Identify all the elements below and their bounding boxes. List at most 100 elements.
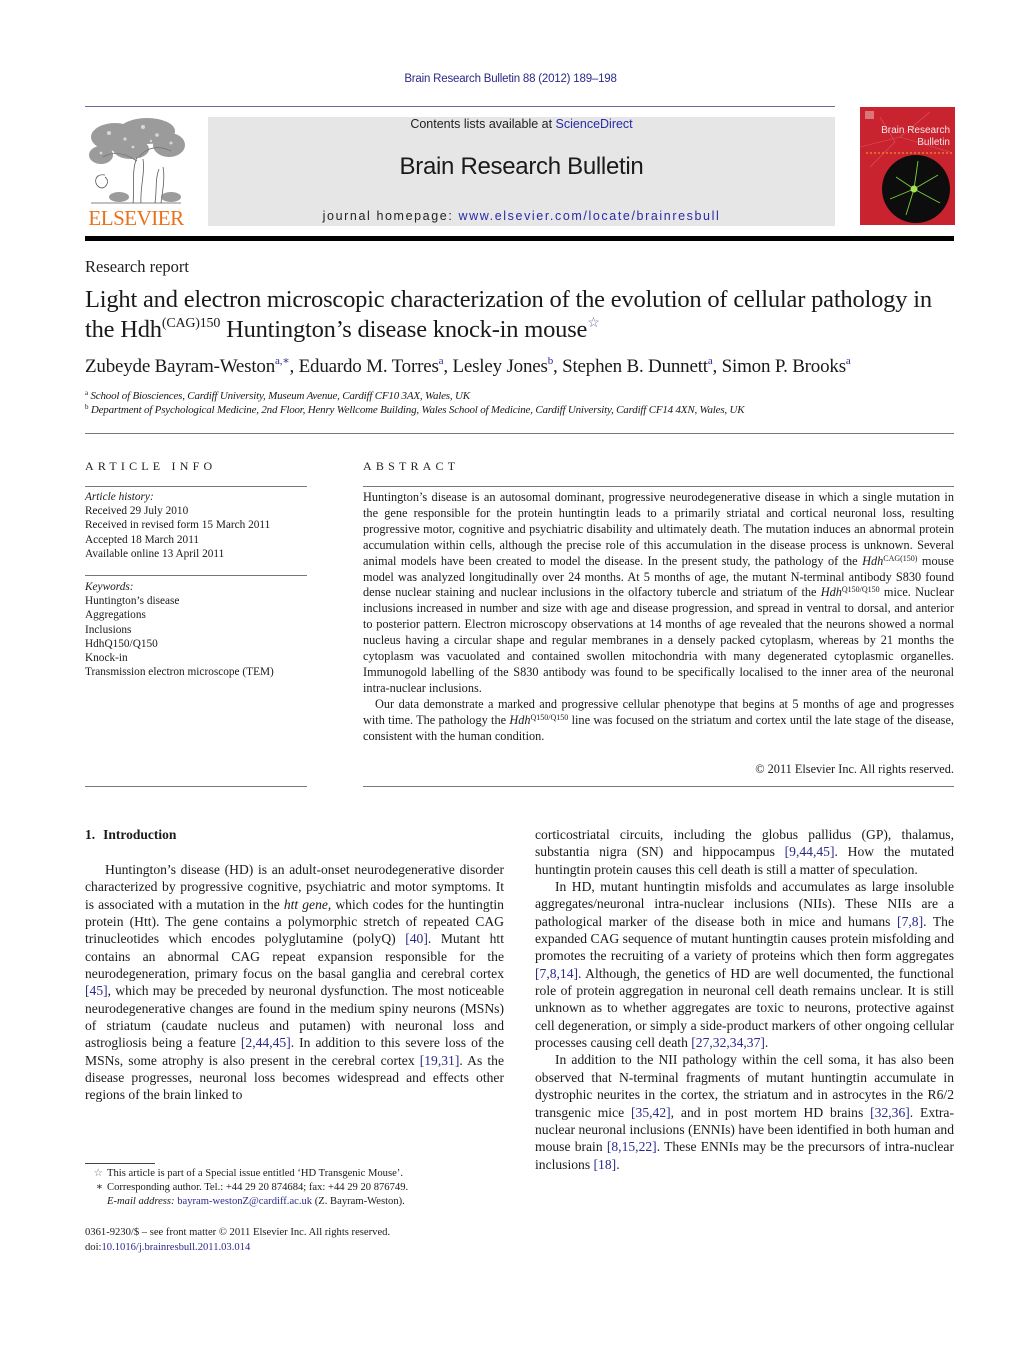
keyword: Knock-in <box>85 652 128 665</box>
footnote-text: This article is part of a Special issue … <box>107 1168 403 1179</box>
email-label: E-mail address: <box>107 1196 178 1207</box>
history-item: Received in revised form 15 March 2011 <box>85 519 271 532</box>
text-run: . <box>616 1156 620 1172</box>
affiliation-mark: a <box>85 389 88 397</box>
author[interactable]: Zubeyde Bayram-Westona,∗, <box>85 355 299 378</box>
abstract-heading: ABSTRACT <box>363 459 460 473</box>
keyword: Huntington’s disease <box>85 595 180 608</box>
citation-link[interactable]: [8,15,22] <box>607 1139 657 1154</box>
article-type: Research report <box>85 257 189 276</box>
history-item: Accepted 18 March 2011 <box>85 533 200 546</box>
citation-link[interactable]: [27,32,34,37] <box>691 1035 765 1050</box>
email-suffix: (Z. Bayram-Weston). <box>312 1196 405 1207</box>
affiliation-text: Department of Psychological Medicine, 2n… <box>90 404 745 416</box>
author-name[interactable]: Lesley Jones <box>452 356 547 377</box>
abstract-copyright: © 2011 Elsevier Inc. All rights reserved… <box>755 762 954 776</box>
author[interactable]: Stephen B. Dunnetta, <box>562 356 722 378</box>
history-item: Available online 13 April 2011 <box>85 547 225 560</box>
citation-link[interactable]: [9,44,45] <box>785 844 835 859</box>
keywords: Keywords: Huntington’s disease Aggregati… <box>85 580 325 679</box>
abstract-paragraph: Huntington’s disease is an autosomal dom… <box>363 490 954 697</box>
section-heading-introduction: 1. Introduction <box>85 827 176 843</box>
gene-name: htt gene <box>283 896 328 912</box>
cover-art-icon: Brain Research Bulletin <box>860 107 955 225</box>
journal-homepage-link[interactable]: www.elsevier.com/locate/brainresbull <box>458 209 720 223</box>
section-title: Introduction <box>103 827 177 842</box>
author[interactable]: Lesley Jonesb, <box>452 356 563 378</box>
journal-cover-thumbnail[interactable]: Brain Research Bulletin <box>860 107 955 225</box>
gene-superscript: CAG(150) <box>883 553 918 563</box>
body-paragraph: In addition to the NII pathology within … <box>535 1051 954 1172</box>
footnote-divider <box>85 1163 155 1164</box>
divider <box>85 575 307 576</box>
article-history: Article history: Received 29 July 2010 R… <box>85 490 325 561</box>
author-name[interactable]: Stephen B. Dunnett <box>562 356 708 377</box>
body-column-left: Huntington’s disease (HD) is an adult-on… <box>85 861 504 1104</box>
body-paragraph: Huntington’s disease (HD) is an adult-on… <box>85 861 504 1104</box>
author-separator: , <box>553 356 563 377</box>
footnote-email: E-mail address: bayram-westonZ@cardiff.a… <box>85 1195 525 1210</box>
keywords-label: Keywords: <box>85 581 134 593</box>
citation-link[interactable]: [45] <box>85 983 108 998</box>
front-matter-text: 0361-9230/$ – see front matter © 2011 El… <box>85 1227 391 1238</box>
footnote-special-issue: ☆ This article is part of a Special issue… <box>85 1167 525 1182</box>
author-separator: , <box>289 356 299 377</box>
citation-link[interactable]: [19,31] <box>420 1053 460 1068</box>
article-title: Light and electron microscopic character… <box>85 285 955 345</box>
tree-icon <box>89 118 185 204</box>
gene-superscript: Q150/Q150 <box>530 712 569 722</box>
body-column-right: corticostriatal circuits, including the … <box>535 826 954 1173</box>
divider <box>85 433 954 434</box>
body-paragraph: corticostriatal circuits, including the … <box>535 826 954 878</box>
star-icon: ☆ <box>93 1168 104 1179</box>
doi-prefix: doi: <box>85 1242 102 1253</box>
citation-link[interactable]: [7,8,14] <box>535 966 578 981</box>
affiliation-a: a School of Biosciences, Cardiff Univers… <box>85 389 470 403</box>
journal-citation-link[interactable]: Brain Research Bulletin 88 (2012) 189–19… <box>0 73 1021 85</box>
text-run: In HD, mutant huntingtin misfolds and ac… <box>535 879 954 929</box>
contents-availability: Contents lists available at ScienceDirec… <box>208 117 835 131</box>
article-info-heading: ARTICLE INFO <box>85 459 217 473</box>
keyword: Aggregations <box>85 609 146 622</box>
citation-link[interactable]: [7,8] <box>897 914 923 929</box>
citation-link[interactable]: [40] <box>405 931 428 946</box>
footnote-text: Corresponding author. Tel.: +44 29 20 87… <box>107 1182 409 1193</box>
divider <box>363 486 954 487</box>
journal-homepage: journal homepage: www.elsevier.com/locat… <box>208 209 835 223</box>
text-run: . <box>764 1035 769 1051</box>
divider <box>85 486 307 487</box>
title-footnote-star-icon[interactable]: ☆ <box>587 316 600 331</box>
citation-link[interactable]: [35,42] <box>631 1105 671 1120</box>
author-list: Zubeyde Bayram-Westona,∗, Eduardo M. Tor… <box>85 356 965 378</box>
contents-prefix: Contents lists available at <box>410 117 556 131</box>
title-superscript: (CAG)150 <box>161 316 221 331</box>
affiliation-mark: b <box>85 403 89 411</box>
history-label: Article history: <box>85 491 154 503</box>
author-affiliation-marks[interactable]: a,∗ <box>275 355 290 367</box>
author-name[interactable]: Simon P. Brooks <box>722 356 846 377</box>
divider <box>363 786 954 787</box>
header-thick-divider <box>85 236 954 241</box>
doi-link[interactable]: 10.1016/j.brainresbull.2011.03.014 <box>101 1242 250 1253</box>
header-divider <box>85 106 835 107</box>
keyword: Inclusions <box>85 623 132 636</box>
gene-name: Hdh <box>820 585 842 600</box>
asterisk-icon: ∗ <box>95 1182 103 1193</box>
homepage-prefix: journal homepage: <box>322 209 459 223</box>
author-affiliation-marks[interactable]: a <box>846 355 851 367</box>
author-name[interactable]: Eduardo M. Torres <box>299 356 439 377</box>
citation-link[interactable]: [32,36] <box>870 1105 910 1120</box>
author-name[interactable]: Zubeyde Bayram-Weston <box>85 356 275 377</box>
affiliation-text: School of Biosciences, Cardiff Universit… <box>90 390 470 402</box>
citation-link[interactable]: [2,44,45] <box>241 1035 291 1050</box>
doi-line: doi:10.1016/j.brainresbull.2011.03.014 <box>85 1240 390 1255</box>
divider <box>85 786 307 787</box>
email-link[interactable]: bayram-westonZ@cardiff.ac.uk <box>177 1196 312 1207</box>
sciencedirect-link[interactable]: ScienceDirect <box>556 117 633 131</box>
gene-superscript: Q150/Q150 <box>841 585 880 595</box>
citation-link[interactable]: [18] <box>594 1157 617 1172</box>
author[interactable]: Eduardo M. Torresa, <box>299 356 453 378</box>
gene-name: Hdh <box>509 712 531 727</box>
footnote-corresponding-author: ∗ Corresponding author. Tel.: +44 29 20 8… <box>85 1181 525 1196</box>
author[interactable]: Simon P. Brooksa <box>722 355 851 378</box>
